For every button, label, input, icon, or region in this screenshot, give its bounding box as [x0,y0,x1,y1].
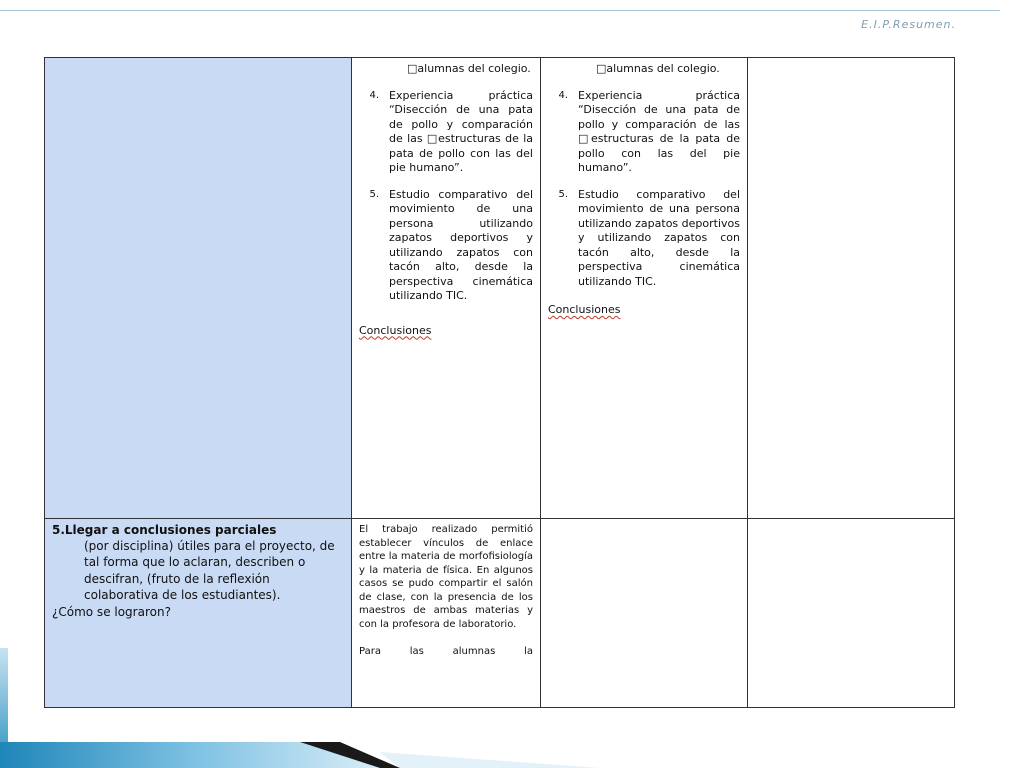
criterion-question: ¿Cómo se lograron? [52,604,171,619]
table-row: 5.Llegar a conclusiones parciales (por d… [44,518,955,708]
conclusion-paragraph-continued: Para las alumnas la [359,646,533,657]
table-cell-empty [747,57,955,519]
table-cell-highlight [44,57,352,519]
list-item-number: 4. [558,89,568,101]
list-item-text: Experiencia práctica “Disección de una p… [578,88,740,175]
conclusion-label: Conclusiones [359,323,432,337]
list-item-text: Experiencia práctica “Disección de una p… [389,88,533,175]
table-cell-activities: □alumnas del colegio. 4. Experiencia prá… [540,57,748,519]
table-cell-conclusions: El trabajo realizado permitió establecer… [351,518,541,708]
slide-footer-band [0,738,1024,768]
list-item: 4. Experiencia práctica “Disección de un… [548,89,740,176]
table-row: □alumnas del colegio. 4. Experiencia prá… [44,57,955,519]
table-cell-activities: □alumnas del colegio. 4. Experiencia prá… [351,57,541,519]
list-item-number: 4. [369,89,379,101]
table-cell-empty [747,518,955,708]
conclusion-label: Conclusiones [548,303,621,316]
list-item: 5. Estudio comparativo del movimiento de… [359,188,533,304]
list-item: 4. Experiencia práctica “Disección de un… [359,89,533,176]
table-cell-empty [540,518,748,708]
list-item: 5. Estudio comparativo del movimiento de… [548,188,740,290]
conclusion-paragraph: El trabajo realizado permitió establecer… [359,524,533,630]
footer-swoosh [0,742,600,768]
list-item-number: 5. [369,188,379,200]
criterion-title: 5.Llegar a conclusiones parciales [52,523,277,537]
list-item-text: Estudio comparativo del movimiento de un… [389,187,533,303]
activity-top-line: □alumnas del colegio. [596,62,720,75]
activity-top-line: □alumnas del colegio. [407,62,531,75]
list-item-text: Estudio comparativo del movimiento de un… [578,187,740,288]
table-cell-criterion: 5.Llegar a conclusiones parciales (por d… [44,518,352,708]
list-item-number: 5. [558,188,568,200]
header-rule [0,10,1000,11]
summary-table: □alumnas del colegio. 4. Experiencia prá… [44,57,955,708]
header-label: E.I.P.Resumen. [861,18,956,31]
criterion-description: (por disciplina) útiles para el proyecto… [84,538,335,603]
